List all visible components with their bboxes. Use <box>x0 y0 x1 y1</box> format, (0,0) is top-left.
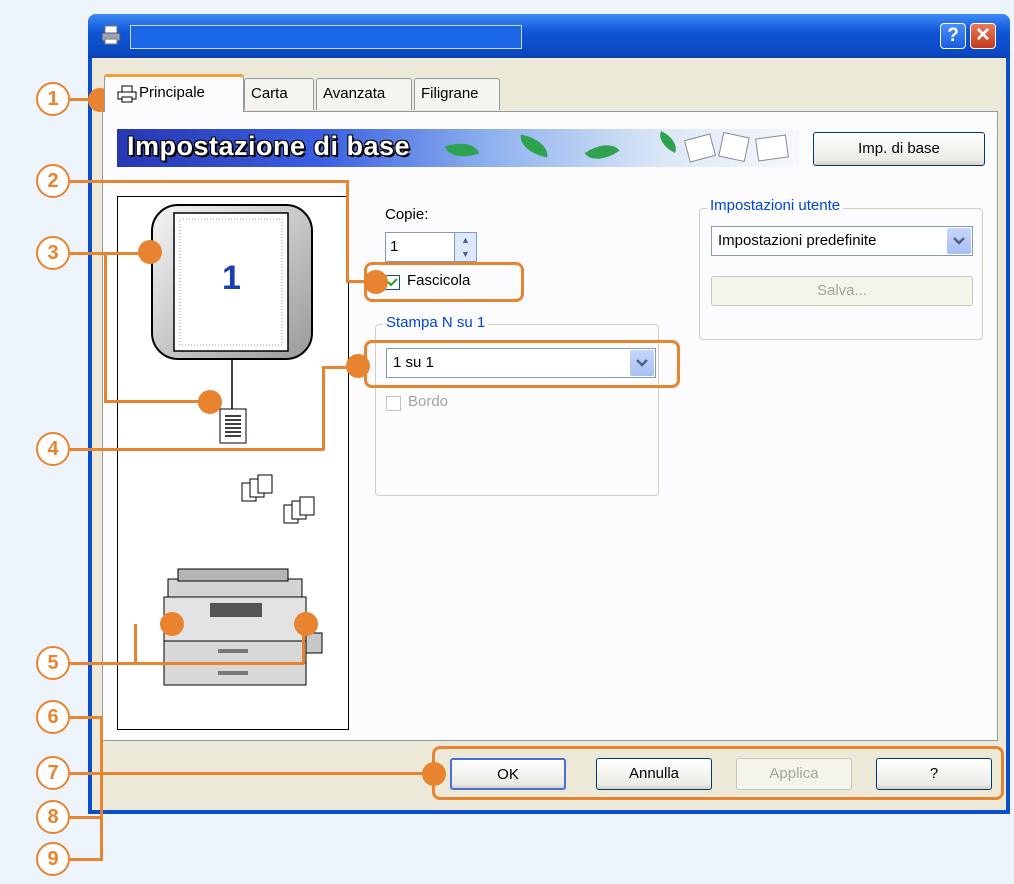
tab-principale-label: Principale <box>139 84 205 101</box>
callout-line <box>346 180 349 282</box>
callout-dot <box>198 390 222 414</box>
callout-badge-2: 2 <box>36 164 70 198</box>
callout-badge-1: 1 <box>36 82 70 116</box>
printer-icon <box>101 25 121 45</box>
copies-input[interactable]: 1 <box>385 232 455 262</box>
title-help-button[interactable]: ? <box>940 23 966 49</box>
callout-line <box>70 858 102 861</box>
callout-line <box>70 662 304 665</box>
leaf-decoration <box>517 134 551 158</box>
tab-principale[interactable]: Principale <box>104 74 244 112</box>
tab-filigrane[interactable]: Filigrane <box>414 78 500 110</box>
chevron-down-icon[interactable] <box>947 228 971 254</box>
collate-highlight <box>364 262 524 302</box>
save-settings-button[interactable]: Salva... <box>711 276 973 306</box>
printer-properties-window: ? ✕ Principale Carta Avanzata Filigrane … <box>88 14 1010 814</box>
banner-title: Impostazione di base <box>127 131 411 161</box>
title-bar[interactable]: ? ✕ <box>88 14 1010 58</box>
callout-line <box>100 716 103 861</box>
spin-up-icon[interactable]: ▲ <box>455 233 476 247</box>
callout-line <box>70 772 434 775</box>
callout-line <box>322 366 325 450</box>
callout-dot <box>346 354 370 378</box>
callout-badge-4: 4 <box>36 432 70 466</box>
callout-line <box>70 716 102 719</box>
callout-dot <box>294 612 318 636</box>
callout-dot <box>138 240 162 264</box>
spin-down-icon[interactable]: ▼ <box>455 247 476 261</box>
printer-tab-icon <box>117 85 137 103</box>
user-settings-selected-value: Impostazioni predefinite <box>718 232 877 249</box>
tab-carta[interactable]: Carta <box>244 78 314 110</box>
border-checkbox[interactable] <box>386 396 401 411</box>
leaf-decoration <box>444 136 480 164</box>
tab-panel: Impostazione di base Imp. di base 1 Copi… <box>102 111 998 741</box>
callout-badge-6: 6 <box>36 700 70 734</box>
callout-dot <box>160 612 184 636</box>
copies-spinner[interactable]: ▲ ▼ <box>455 232 477 262</box>
leaf-decoration <box>584 136 620 168</box>
buttons-highlight <box>432 746 1004 800</box>
user-settings-group-title: Impostazioni utente <box>707 197 844 214</box>
callout-badge-7: 7 <box>36 756 70 790</box>
callout-badge-9: 9 <box>36 842 70 876</box>
copies-label: Copie: <box>385 206 429 223</box>
callout-line <box>70 448 324 451</box>
callout-dot <box>422 762 446 786</box>
callout-line <box>134 624 137 664</box>
callout-line <box>104 252 107 402</box>
window-title <box>130 25 522 49</box>
close-button[interactable]: ✕ <box>970 23 996 49</box>
basic-settings-button[interactable]: Imp. di base <box>813 132 985 166</box>
document-graphic <box>683 131 789 163</box>
tab-avanzata[interactable]: Avanzata <box>316 78 412 110</box>
callout-line <box>70 816 102 819</box>
border-label: Bordo <box>408 393 449 410</box>
window-client-area: Principale Carta Avanzata Filigrane Impo… <box>92 58 1006 810</box>
print-preview-panel: 1 <box>117 196 349 730</box>
callout-badge-5: 5 <box>36 646 70 680</box>
section-banner: Impostazione di base <box>117 129 799 168</box>
preview-page-number: 1 <box>222 259 241 297</box>
callout-badge-8: 8 <box>36 800 70 834</box>
callout-badge-3: 3 <box>36 236 70 270</box>
callout-dot <box>364 270 388 294</box>
n-up-group-title: Stampa N su 1 <box>383 314 489 331</box>
n-up-highlight <box>364 340 680 388</box>
callout-line <box>70 180 348 183</box>
user-settings-select[interactable]: Impostazioni predefinite <box>711 226 973 256</box>
